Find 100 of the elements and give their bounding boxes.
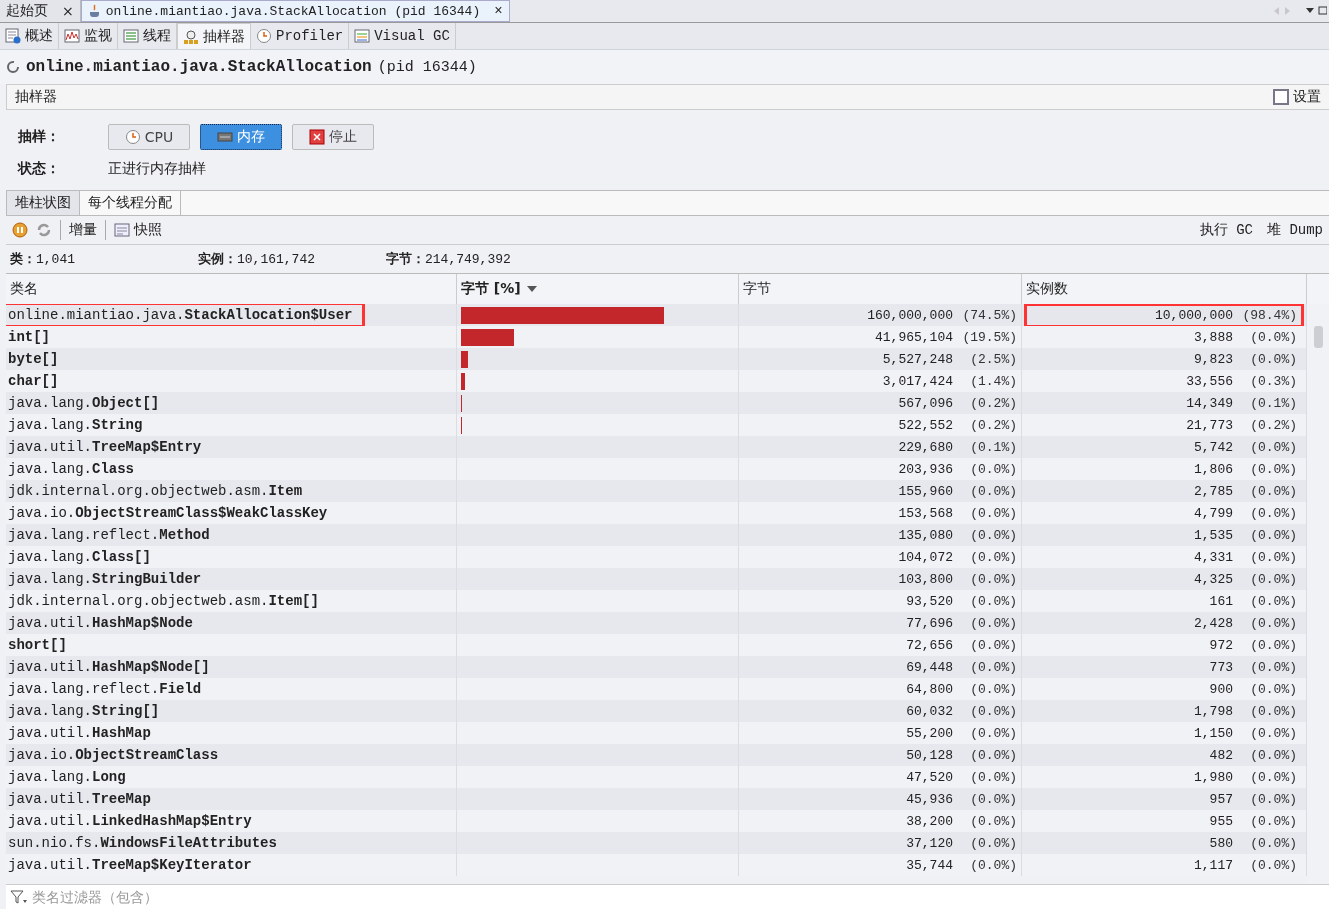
percent-cell-text: (0.0%) <box>1249 571 1297 587</box>
sample-label: 抽样： <box>18 128 61 146</box>
process-title: online.miantiao.java.StackAllocation <box>26 58 372 76</box>
scrollbar-thumb[interactable] <box>1314 326 1323 348</box>
percent-cell-text: (0.2%) <box>969 417 1017 433</box>
percent-cell-text: (0.0%) <box>969 769 1017 785</box>
view-tab[interactable]: 概述 <box>0 23 59 49</box>
percent-cell-text: (0.1%) <box>1249 395 1297 411</box>
class-name-cell-text: java.util.HashMap$Node[] <box>7 658 211 677</box>
chart-icon <box>64 28 80 44</box>
sample-button[interactable]: 停止 <box>292 124 374 150</box>
instances-cell: 1,980 <box>1194 769 1233 785</box>
table-row[interactable]: java.lang.reflect.Method 135,080 (0.0%) 1,535 (0.0%) <box>6 524 1307 546</box>
table-row[interactable]: java.lang.reflect.Field 64,800 (0.0%) 900 (0.0%) <box>6 678 1307 700</box>
table-row[interactable]: java.lang.Class[] 104,072 (0.0%) 4,331 (0.0%) <box>6 546 1307 568</box>
view-tab[interactable]: 线程 <box>118 23 177 49</box>
table-row[interactable]: jdk.internal.org.objectweb.asm.Item[] 93,520 (0.0%) 161 (0.0%) <box>6 590 1307 612</box>
table-row[interactable]: java.util.TreeMap 45,936 (0.0%) 957 (0.0%) <box>6 788 1307 810</box>
class-name-cell-text: java.util.TreeMap$KeyIterator <box>7 856 253 875</box>
table-row[interactable]: sun.nio.fs.WindowsFileAttributes 37,120 (0.0%) 580 (0.0%) <box>6 832 1307 854</box>
percent-cell-text: (0.0%) <box>1249 813 1297 829</box>
table-row[interactable]: java.lang.String 522,552 (0.2%) 21,773 (0.2%) <box>6 414 1307 436</box>
table-row[interactable]: java.util.HashMap$Node 77,696 (0.0%) 2,428 (0.0%) <box>6 612 1307 634</box>
view-tab[interactable]: 抽样器 <box>177 23 251 49</box>
close-icon[interactable]: × <box>62 3 74 19</box>
document-tab[interactable]: online.miantiao.java.StackAllocation (pid 16344) × <box>80 0 510 22</box>
heap-dump-button[interactable]: 堆 Dump <box>1267 221 1323 239</box>
table-row[interactable]: online.miantiao.java.StackAllocation$User 160,000,000 (74.5%) 10,000,000 (98.4%) <box>6 304 1307 326</box>
percent-cell-text: (0.2%) <box>1249 417 1297 433</box>
table-row[interactable]: int[] 41,965,104 (19.5%) 3,888 (0.0%) <box>6 326 1307 348</box>
bytes-cell: 50,128 <box>906 747 953 763</box>
class-name-cell-text: java.lang.Class <box>7 460 136 479</box>
bytes-cell: 93,520 <box>906 593 953 609</box>
bytes-cell: 64,800 <box>906 681 953 697</box>
view-tab[interactable]: 每个线程分配 <box>80 191 181 215</box>
class-name-cell-text: java.lang.Long <box>7 768 127 787</box>
table-row[interactable]: char[] 3,017,424 (1.4%) 33,556 (0.3%) <box>6 370 1307 392</box>
table-row[interactable]: java.io.ObjectStreamClass 50,128 (0.0%) 482 (0.0%) <box>6 744 1307 766</box>
view-tab[interactable]: 堆柱状图 <box>7 191 80 215</box>
table-row[interactable]: java.util.LinkedHashMap$Entry 38,200 (0.0%) 955 (0.0%) <box>6 810 1307 832</box>
percent-cell-text: (0.0%) <box>1249 461 1297 477</box>
snapshot-button[interactable]: 快照 <box>114 221 162 239</box>
percent-cell-text: (0.0%) <box>969 659 1017 675</box>
panel-title: 抽样器 <box>15 88 57 106</box>
percent-cell-text: (0.0%) <box>1249 835 1297 851</box>
percent-cell-text: (0.0%) <box>969 637 1017 653</box>
stat-text: 字节：214,749,392 <box>386 250 512 268</box>
class-name-cell-text: java.io.ObjectStreamClass$WeakClassKey <box>7 504 329 523</box>
table-row[interactable]: java.lang.String[] 60,032 (0.0%) 1,798 (0.0%) <box>6 700 1307 722</box>
table-row[interactable]: java.util.TreeMap$KeyIterator 35,744 (0.0%) 1,117 (0.0%) <box>6 854 1307 876</box>
class-name-cell-text: java.util.TreeMap <box>7 790 152 809</box>
coffee-cup-icon <box>87 4 102 18</box>
bytes-cell: 155,960 <box>898 483 953 499</box>
view-tab[interactable]: 监视 <box>59 23 118 49</box>
table-row[interactable]: java.lang.Long 47,520 (0.0%) 1,980 (0.0%) <box>6 766 1307 788</box>
pause-icon[interactable] <box>12 222 28 238</box>
instances-cell: 2,785 <box>1194 483 1233 499</box>
table-row[interactable]: short[] 72,656 (0.0%) 972 (0.0%) <box>6 634 1307 656</box>
document-tab[interactable]: 起始页 × <box>0 0 81 22</box>
table-row[interactable]: java.util.TreeMap$Entry 229,680 (0.1%) 5,742 (0.0%) <box>6 436 1307 458</box>
table-row[interactable]: java.io.ObjectStreamClass$WeakClassKey 153,568 (0.0%) 4,799 (0.0%) <box>6 502 1307 524</box>
percent-cell-text: (2.5%) <box>969 351 1017 367</box>
stat-text: 实例：10,161,742 <box>198 250 316 268</box>
table-row[interactable]: java.lang.StringBuilder 103,800 (0.0%) 4,325 (0.0%) <box>6 568 1307 590</box>
class-name-cell-text: java.util.HashMap <box>7 724 152 743</box>
settings-checkbox[interactable]: 设置 <box>1273 88 1321 106</box>
bytes-cell: 69,448 <box>906 659 953 675</box>
percent-cell-text: (0.0%) <box>969 747 1017 763</box>
gc-button[interactable]: 执行 GC <box>1199 221 1253 239</box>
view-tab[interactable]: Visual GC <box>349 23 456 49</box>
instances-cell: 9,823 <box>1194 351 1233 367</box>
class-name-cell-text: byte[] <box>7 350 60 369</box>
close-icon[interactable]: × <box>494 3 503 19</box>
tab-label: online.miantiao.java.StackAllocation (pid 16344) <box>105 3 481 19</box>
view-tab[interactable]: Profiler <box>251 23 350 49</box>
class-name-cell-text: short[] <box>7 636 68 655</box>
table-row[interactable]: java.lang.Class 203,936 (0.0%) 1,806 (0.0%) <box>6 458 1307 480</box>
status-text: 正进行内存抽样 <box>108 160 206 178</box>
refresh-icon[interactable] <box>36 222 52 238</box>
table-row[interactable]: byte[] 5,527,248 (2.5%) 9,823 (0.0%) <box>6 348 1307 370</box>
instances-cell: 2,428 <box>1194 615 1233 631</box>
instances-cell: 1,150 <box>1194 725 1233 741</box>
instances-cell: 4,799 <box>1194 505 1233 521</box>
instances-cell: 1,535 <box>1194 527 1233 543</box>
bytes-cell: 55,200 <box>906 725 953 741</box>
class-name-cell-text: java.lang.String[] <box>7 702 161 721</box>
table-row[interactable]: java.lang.Object[] 567,096 (0.2%) 14,349 (0.1%) <box>6 392 1307 414</box>
clock-icon <box>124 129 141 145</box>
percent-cell-text: (0.1%) <box>969 439 1017 455</box>
table-row[interactable]: jdk.internal.org.objectweb.asm.Item 155,960 (0.0%) 2,785 (0.0%) <box>6 480 1307 502</box>
class-name-cell-text: java.lang.reflect.Field <box>7 680 203 699</box>
sample-button[interactable]: CPU <box>108 124 190 150</box>
percent-cell-text: (0.0%) <box>969 571 1017 587</box>
percent-cell-text: (0.0%) <box>969 725 1017 741</box>
percent-cell: (19.5%) <box>961 329 1017 345</box>
delta-button[interactable]: 增量 <box>69 221 97 239</box>
filter-field[interactable]: 类名过滤器（包含） <box>6 885 1329 909</box>
percent-cell-text: (0.0%) <box>1249 725 1297 741</box>
table-row[interactable]: java.util.HashMap 55,200 (0.0%) 1,150 (0.0%) <box>6 722 1307 744</box>
table-row[interactable]: java.util.HashMap$Node[] 69,448 (0.0%) 773 (0.0%) <box>6 656 1307 678</box>
